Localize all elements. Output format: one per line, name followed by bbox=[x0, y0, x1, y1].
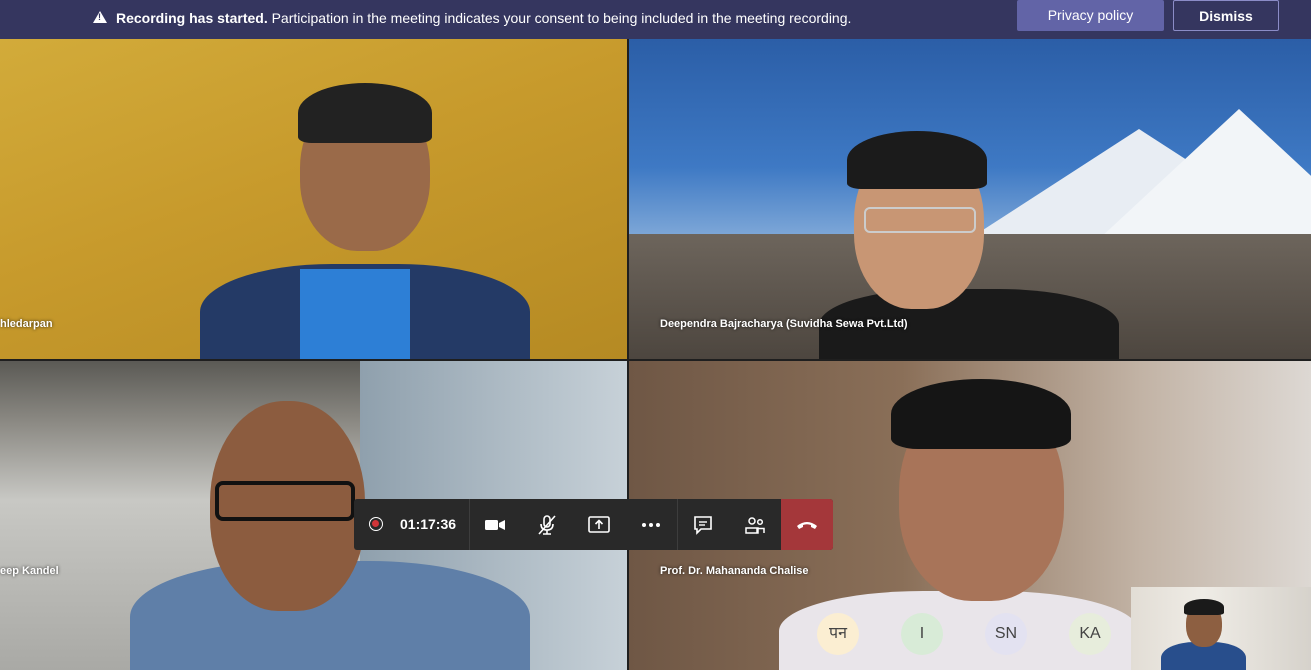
banner-text: Participation in the meeting indicates y… bbox=[271, 10, 852, 26]
avatar-initials: पन bbox=[829, 625, 847, 642]
participant-name: Deependra Bajracharya (Suvidha Sewa Pvt.… bbox=[660, 318, 908, 330]
more-icon bbox=[642, 523, 660, 527]
participant-avatar[interactable]: KA bbox=[1069, 613, 1111, 655]
call-controls: 01:17:36 bbox=[354, 499, 833, 550]
chat-icon bbox=[694, 516, 712, 535]
participant-name: Prof. Dr. Mahananda Chalise bbox=[660, 565, 809, 577]
mic-off-icon bbox=[538, 515, 556, 535]
participant-avatar[interactable]: SN bbox=[985, 613, 1027, 655]
share-screen-button[interactable] bbox=[573, 499, 625, 550]
recording-banner: Recording has started. Participation in … bbox=[0, 0, 1311, 39]
avatar-initials: KA bbox=[1079, 625, 1101, 642]
dismiss-button[interactable]: Dismiss bbox=[1173, 0, 1279, 31]
mute-button[interactable] bbox=[521, 499, 573, 550]
participant-avatar[interactable]: I bbox=[901, 613, 943, 655]
hang-up-button[interactable] bbox=[781, 499, 833, 550]
banner-title: Recording has started. bbox=[116, 10, 268, 26]
self-view-video[interactable] bbox=[1131, 587, 1311, 670]
participants-button[interactable] bbox=[729, 499, 781, 550]
avatar-initials: SN bbox=[994, 625, 1018, 642]
participants-icon bbox=[745, 517, 765, 534]
participant-avatar[interactable]: पन bbox=[817, 613, 859, 655]
hang-up-icon bbox=[797, 522, 817, 529]
video-tile-2[interactable]: Deependra Bajracharya (Suvidha Sewa Pvt.… bbox=[629, 39, 1311, 359]
warning-icon bbox=[93, 11, 107, 23]
participant-name: hledarpan bbox=[0, 318, 53, 330]
more-actions-button[interactable] bbox=[625, 499, 677, 550]
call-timer: 01:17:36 bbox=[400, 516, 457, 532]
video-tile-1[interactable]: hledarpan bbox=[0, 39, 627, 359]
avatar-initials: I bbox=[919, 625, 925, 642]
banner-message: Recording has started. Participation in … bbox=[116, 10, 851, 26]
camera-button[interactable] bbox=[469, 499, 521, 550]
chat-button[interactable] bbox=[677, 499, 729, 550]
record-icon bbox=[369, 517, 383, 531]
privacy-policy-button[interactable]: Privacy policy bbox=[1017, 0, 1164, 31]
share-screen-icon bbox=[588, 516, 610, 533]
participant-name: eep Kandel bbox=[0, 565, 59, 577]
camera-icon bbox=[485, 520, 505, 530]
